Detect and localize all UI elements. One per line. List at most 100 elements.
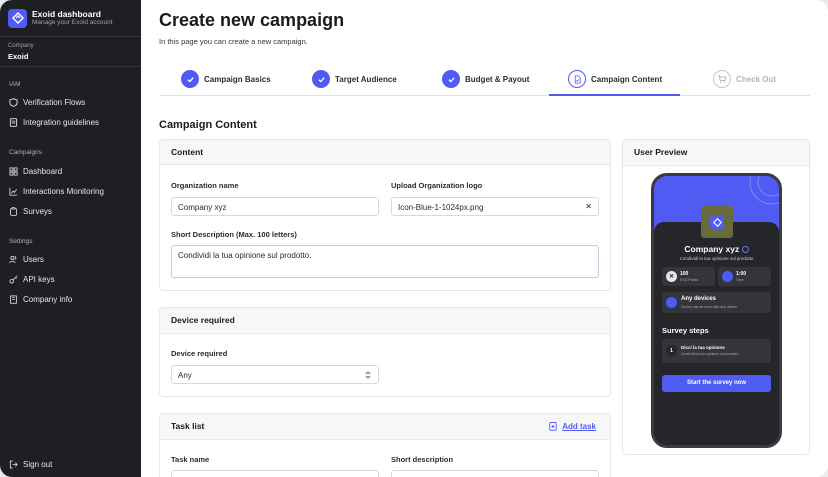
chart-line-icon: [9, 187, 18, 196]
device-card-title: Device required: [160, 308, 610, 334]
sidebar-item-label: Dashboard: [23, 166, 63, 176]
sign-out-button[interactable]: Sign out: [0, 457, 141, 471]
clipboard-icon: [10, 206, 17, 216]
clipboard-add-icon: [549, 422, 557, 431]
company-value: Exoid: [8, 52, 29, 61]
verified-icon: [741, 246, 749, 254]
org-name-label: Organization name: [171, 181, 239, 190]
step-label: Check Out: [736, 74, 777, 84]
sidebar-item-label: Interactions Monitoring: [23, 186, 104, 196]
grid-icon: [9, 166, 18, 176]
sign-out-label: Sign out: [23, 459, 53, 469]
brand[interactable]: Exoid dashboard Manage your Exoid accoun…: [0, 0, 141, 37]
step-budget-payout[interactable]: Budget & Payout: [442, 69, 529, 89]
task-name-label: Task name: [171, 455, 210, 464]
preview-step-box: 1 Dicci la tua opinione Condividi la tua…: [662, 339, 771, 363]
device-select[interactable]: Any: [171, 365, 379, 384]
sidebar-item-api-keys[interactable]: API keys: [0, 272, 141, 286]
time-label: Time: [736, 278, 744, 282]
preview-points-box: ✕ 100 EXO Points: [662, 267, 715, 286]
content-card-title: Content: [160, 140, 610, 165]
step-campaign-basics[interactable]: Campaign Basics: [181, 69, 271, 89]
step-title: Dicci la tua opinione: [681, 345, 725, 350]
sidebar-item-label: Verification Flows: [23, 97, 86, 107]
task-short-description-label: Short description: [391, 455, 454, 464]
step-label: Campaign Content: [591, 74, 663, 84]
preview-company-name: Company xyz: [654, 244, 779, 254]
preview-description: Condividi la tua opinione sul prodotto: [679, 256, 754, 261]
step-label: Target Audience: [335, 74, 397, 84]
exo-points-icon: ✕: [666, 271, 677, 282]
sidebar-item-integration-guidelines[interactable]: Integration guidelines: [0, 115, 141, 129]
sign-out-icon: [9, 460, 18, 468]
active-step-indicator: [549, 94, 680, 96]
step-campaign-content[interactable]: Campaign Content: [568, 69, 662, 89]
step-label: Campaign Basics: [204, 74, 271, 84]
points-value: 100: [680, 271, 689, 277]
content-card: Content Organization name Company xyz Up…: [159, 139, 611, 291]
time-value: 1:00: [736, 271, 747, 277]
survey-steps-title: Survey steps: [662, 326, 709, 335]
check-icon: [181, 70, 199, 88]
task-name-input[interactable]: [171, 470, 379, 477]
task-short-description-input[interactable]: [391, 470, 599, 477]
page-title: Create new campaign: [159, 10, 345, 30]
document-icon: [9, 117, 18, 127]
logo-upload-label: Upload Organization logo: [391, 181, 483, 190]
sidebar-item-dashboard[interactable]: Dashboard: [0, 164, 141, 178]
company-selector[interactable]: Company Exoid: [0, 37, 141, 67]
building-icon: [10, 294, 17, 304]
start-survey-button[interactable]: Start the survey now: [662, 375, 771, 392]
add-task-button[interactable]: Add task: [548, 421, 596, 431]
short-description-textarea[interactable]: Condividi la tua opinione sul prodotto.: [171, 245, 599, 278]
sidebar-item-surveys[interactable]: Surveys: [0, 204, 141, 218]
preview-time-box: 1:00 Time: [718, 267, 771, 286]
step-target-audience[interactable]: Target Audience: [312, 69, 397, 89]
sidebar-item-company-info[interactable]: Company info: [0, 292, 141, 306]
main-content: Create new campaign In this page you can…: [141, 0, 828, 477]
user-preview-title: User Preview: [623, 140, 809, 166]
org-name-input[interactable]: Company xyz: [171, 197, 379, 216]
user-preview-card: User Preview Company xyz Condividi la tu…: [622, 139, 810, 455]
stepper: Campaign Basics Target Audience Budget &…: [159, 66, 810, 96]
device-title: Any devices: [681, 296, 717, 302]
step-number: 1: [666, 345, 677, 356]
cart-icon: [713, 70, 731, 88]
sidebar: Exoid dashboard Manage your Exoid accoun…: [0, 0, 141, 477]
logo-upload-field[interactable]: Icon-Blue-1-1024px.png ✕: [391, 197, 599, 216]
device-required-label: Device required: [171, 349, 228, 358]
sidebar-item-label: Company info: [23, 294, 73, 304]
document-icon: [568, 70, 586, 88]
users-icon: [9, 255, 17, 263]
preview-device-box: Any devices Survey can be done with any …: [662, 292, 771, 313]
section-title: Campaign Content: [159, 119, 257, 131]
sidebar-item-label: API keys: [23, 274, 55, 284]
sidebar-item-label: Surveys: [23, 206, 52, 216]
task-list-card: Task list Add task Task name Short descr…: [159, 413, 611, 477]
organization-logo-icon: [701, 206, 733, 238]
devices-icon: [666, 297, 677, 308]
close-icon[interactable]: ✕: [585, 202, 592, 211]
clock-icon: [722, 271, 733, 282]
logo-filename: Icon-Blue-1-1024px.png: [398, 203, 484, 212]
sidebar-item-label: Users: [23, 254, 44, 264]
exoid-logo-icon: [8, 8, 27, 28]
device-select-value: Any: [178, 371, 192, 380]
app-subtitle: Manage your Exoid account: [32, 19, 113, 26]
check-icon: [312, 70, 330, 88]
app-window: Exoid dashboard Manage your Exoid accoun…: [0, 0, 828, 477]
page-subtitle: In this page you can create a new campai…: [159, 37, 308, 46]
device-subtitle: Survey can be done with any device: [681, 305, 738, 309]
step-label: Budget & Payout: [465, 74, 530, 84]
section-iam: IAM: [9, 81, 21, 88]
shield-icon: [9, 97, 18, 107]
points-label: EXO Points: [680, 278, 699, 282]
company-label: Company: [8, 43, 34, 49]
sidebar-item-users[interactable]: Users: [0, 252, 141, 266]
step-check-out[interactable]: Check Out: [713, 69, 776, 89]
key-icon: [9, 275, 18, 284]
sidebar-item-verification-flows[interactable]: Verification Flows: [0, 95, 141, 109]
chevron-up-down-icon: [365, 371, 371, 379]
sidebar-item-interactions-monitoring[interactable]: Interactions Monitoring: [0, 184, 141, 198]
section-settings: Settings: [9, 238, 33, 245]
